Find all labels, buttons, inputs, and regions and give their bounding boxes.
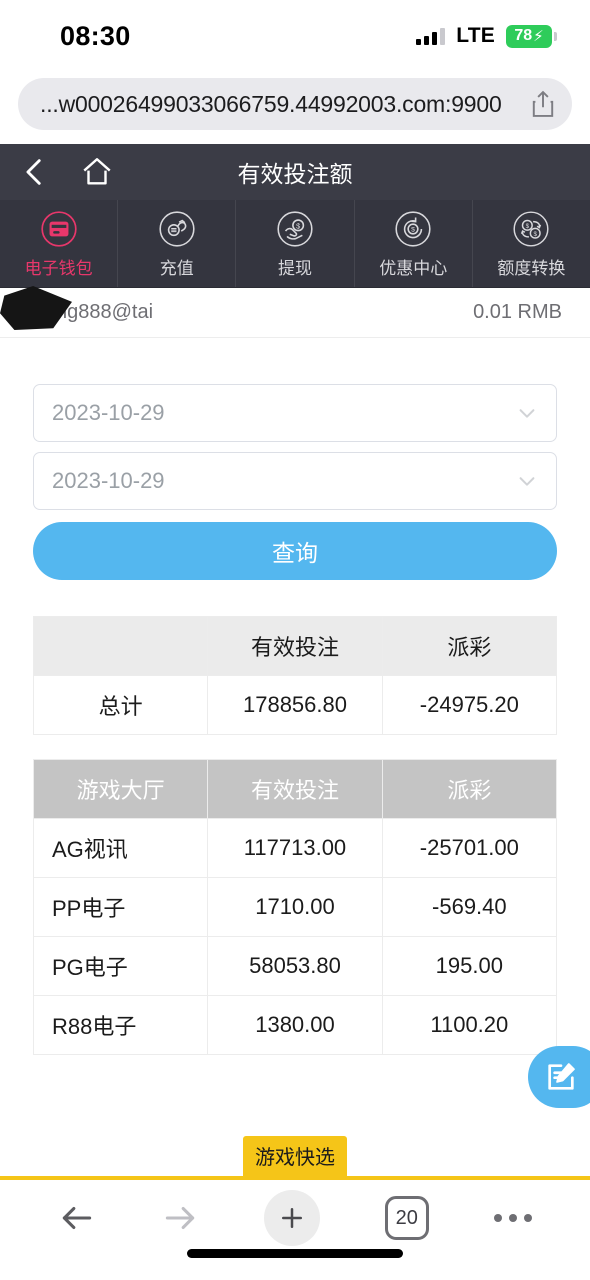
detail-header-payout: 派彩: [381, 759, 558, 819]
nav-tab-label: 额度转换: [497, 259, 566, 278]
detail-row-bet: 1710.00: [207, 877, 383, 937]
nav-tab-label: 提现: [278, 259, 312, 278]
nav-tab-ewallet[interactable]: 电子钱包: [0, 200, 119, 287]
detail-row-payout: -25701.00: [381, 818, 558, 878]
wallet-nav-tabs: 电子钱包 充值 $ 提现 $ 优惠中心 $ $ 额度转换: [0, 200, 590, 288]
detail-row-bet: 1380.00: [207, 995, 383, 1055]
detail-row-bet: 117713.00: [207, 818, 383, 878]
nav-tab-label: 优惠中心: [379, 259, 448, 278]
charging-bolt-icon: ⚡: [533, 27, 544, 45]
arrow-left-icon: [63, 1206, 92, 1230]
svg-text:$: $: [296, 221, 300, 230]
chevron-left-icon[interactable]: [18, 155, 52, 189]
withdraw-hand-dollar-icon: $: [277, 211, 313, 247]
ellipsis-icon: [493, 1214, 532, 1222]
table-row: AG视讯 117713.00 -25701.00: [32, 818, 558, 878]
detail-row-name: PG电子: [32, 936, 209, 996]
table-header-row: 游戏大厅 有效投注 派彩: [32, 759, 558, 819]
wallet-icon: [40, 211, 77, 247]
account-username: ng888@tai: [56, 301, 154, 323]
summary-row-payout: -24975.20: [381, 675, 558, 735]
status-bar: 08:30 LTE 78 ⚡: [0, 0, 590, 72]
detail-header-lobby: 游戏大厅: [32, 759, 209, 819]
summary-table: 有效投注 派彩 总计 178856.80 -24975.20: [32, 616, 558, 735]
nav-tab-promotions[interactable]: $ 优惠中心: [355, 200, 473, 287]
account-summary-row: ng888@tai 0.01 RMB: [0, 288, 590, 338]
signal-bars-icon: [416, 27, 446, 45]
detail-row-name: PP电子: [32, 877, 209, 937]
summary-row-name: 总计: [32, 675, 209, 735]
battery-level-label: 78: [514, 27, 533, 44]
nav-tab-withdraw[interactable]: $ 提现: [236, 200, 355, 287]
svg-text:$: $: [526, 223, 530, 230]
new-tab-button[interactable]: [263, 1190, 320, 1246]
detail-header-bet: 有效投注: [207, 759, 383, 819]
quick-select-tab[interactable]: 游戏快选: [243, 1136, 347, 1176]
end-date-field[interactable]: 2023-10-29: [33, 452, 557, 510]
table-row: PG电子 58053.80 195.00: [32, 936, 558, 996]
new-tab-circle: [263, 1190, 320, 1246]
home-icon[interactable]: [80, 155, 114, 189]
detail-row-payout: -569.40: [381, 877, 558, 937]
tab-switcher-button[interactable]: 20: [384, 1196, 429, 1240]
table-row: PP电子 1710.00 -569.40: [32, 877, 558, 937]
table-row: R88电子 1380.00 1100.20: [32, 995, 558, 1055]
detail-row-name: R88电子: [32, 995, 209, 1055]
app-header: 有效投注额: [0, 144, 590, 200]
status-indicators: LTE 78 ⚡: [416, 24, 557, 48]
svg-text:$: $: [534, 231, 538, 238]
quick-select-tab-container: 游戏快选: [0, 1136, 590, 1176]
browser-more-button[interactable]: [493, 1214, 532, 1222]
deposit-hand-icon: [159, 211, 195, 247]
main-content: 2023-10-29 2023-10-29 查询 有效投注 派彩 总计 1788…: [0, 338, 590, 1055]
detail-table: 游戏大厅 有效投注 派彩 AG视讯 117713.00 -25701.00 PP…: [32, 759, 558, 1055]
battery-icon: 78 ⚡: [506, 24, 557, 48]
status-time: 08:30: [60, 20, 131, 51]
summary-header-blank: [32, 616, 209, 676]
edit-fab-button[interactable]: [528, 1046, 590, 1108]
detail-row-bet: 58053.80: [207, 936, 383, 996]
arrow-right-icon: [166, 1206, 195, 1230]
nav-tab-transfer[interactable]: $ $ 额度转换: [473, 200, 590, 287]
summary-row-bet: 178856.80: [207, 675, 383, 735]
edit-note-icon: [548, 1063, 575, 1090]
home-indicator: [187, 1249, 403, 1258]
detail-row-name: AG视讯: [32, 818, 209, 878]
browser-toolbar: 20: [0, 1180, 590, 1256]
end-date-value: 2023-10-29: [52, 468, 165, 493]
share-icon[interactable]: [530, 89, 556, 119]
start-date-field[interactable]: 2023-10-29: [33, 384, 557, 442]
summary-header-bet: 有效投注: [207, 616, 383, 676]
promo-refresh-dollar-icon: $: [395, 211, 431, 247]
svg-text:$: $: [411, 227, 415, 234]
tab-count-badge: 20: [384, 1196, 429, 1240]
table-header-row: 有效投注 派彩: [32, 616, 558, 676]
detail-row-payout: 195.00: [381, 936, 558, 996]
account-balance: 0.01 RMB: [473, 301, 562, 323]
browser-forward-button[interactable]: [161, 1199, 199, 1237]
nav-tab-label: 电子钱包: [24, 259, 93, 278]
chevron-down-icon: [519, 477, 535, 486]
summary-header-payout: 派彩: [381, 616, 558, 676]
url-text[interactable]: ...w00026499033066759.44992003.com:9900: [40, 91, 530, 118]
transfer-coins-icon: $ $: [513, 211, 549, 247]
url-bar[interactable]: ...w00026499033066759.44992003.com:9900: [18, 78, 572, 130]
detail-row-payout: 1100.20: [381, 995, 558, 1055]
chevron-down-icon: [519, 409, 535, 418]
query-button[interactable]: 查询: [33, 522, 557, 580]
nav-tab-label: 充值: [159, 259, 194, 278]
browser-url-bar-container: ...w00026499033066759.44992003.com:9900: [0, 72, 590, 144]
table-row: 总计 178856.80 -24975.20: [32, 675, 558, 735]
nav-tab-deposit[interactable]: 充值: [118, 200, 237, 287]
plus-icon: [281, 1208, 302, 1228]
start-date-value: 2023-10-29: [52, 400, 165, 425]
browser-back-button[interactable]: [58, 1199, 96, 1237]
network-type-label: LTE: [456, 24, 495, 47]
